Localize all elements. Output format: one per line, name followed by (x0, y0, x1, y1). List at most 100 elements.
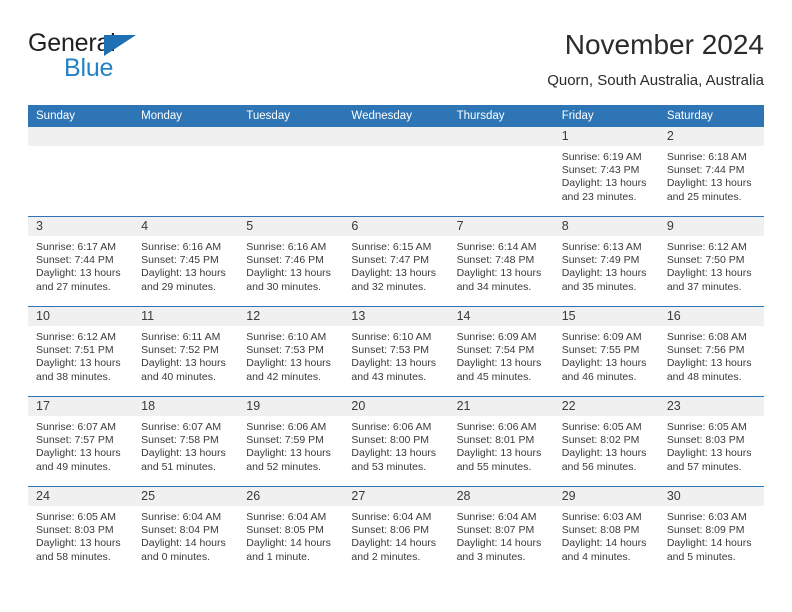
calendar-day-cell-empty (238, 127, 344, 217)
calendar-day-cell[interactable]: 26 Sunrise: 6:04 AM Sunset: 8:05 PM Dayligh… (238, 486, 344, 576)
day-details: Sunrise: 6:05 AM Sunset: 8:03 PM Daylight:… (659, 416, 764, 474)
day-number (28, 127, 134, 146)
calendar-day-cell[interactable]: 16 Sunrise: 6:08 AM Sunset: 7:56 PM Dayligh… (658, 306, 764, 397)
day-sunrise-text: Sunrise: 6:06 AM (246, 421, 327, 433)
day-number: 20 (343, 397, 449, 416)
day-sunrise-text: Sunrise: 6:12 AM (666, 241, 747, 253)
day-daylight1-text: Daylight: 14 hours (561, 537, 647, 550)
day-details: Sunrise: 6:10 AM Sunset: 7:53 PM Daylight:… (343, 326, 448, 384)
day-sunset-text: Sunset: 7:48 PM (456, 254, 535, 267)
day-number: 17 (28, 397, 134, 416)
day-sunset-text: Sunset: 7:44 PM (666, 164, 745, 177)
day-sunset-text: Sunset: 7:50 PM (666, 254, 745, 267)
calendar-day-cell[interactable]: 14 Sunrise: 6:09 AM Sunset: 7:54 PM Dayligh… (448, 306, 554, 397)
day-sunset-text: Sunset: 8:09 PM (666, 524, 745, 537)
triangle-icon (104, 35, 136, 56)
calendar-day-cell[interactable]: 4 Sunrise: 6:16 AM Sunset: 7:45 PM Daylight… (133, 216, 239, 307)
day-number: 16 (658, 307, 764, 326)
day-number: 18 (133, 397, 239, 416)
day-daylight2-text: and 3 minutes. (456, 550, 526, 563)
day-sunrise-text: Sunrise: 6:10 AM (246, 331, 327, 343)
calendar-day-cell[interactable]: 5 Sunrise: 6:16 AM Sunset: 7:46 PM Daylight… (238, 216, 344, 307)
calendar-day-cell[interactable]: 23 Sunrise: 6:05 AM Sunset: 8:03 PM Dayligh… (658, 396, 764, 487)
calendar-day-cell[interactable]: 13 Sunrise: 6:10 AM Sunset: 7:53 PM Dayligh… (343, 306, 449, 397)
day-number: 10 (28, 307, 134, 326)
calendar-day-cell[interactable]: 30 Sunrise: 6:03 AM Sunset: 8:09 PM Dayligh… (658, 486, 764, 576)
day-details: Sunrise: 6:19 AM Sunset: 7:43 PM Daylight:… (554, 146, 659, 204)
calendar-day-cell[interactable]: 3 Sunrise: 6:17 AM Sunset: 7:44 PM Daylight… (28, 216, 134, 307)
calendar-day-cell[interactable]: 17 Sunrise: 6:07 AM Sunset: 7:57 PM Dayligh… (28, 396, 134, 487)
day-daylight1-text: Daylight: 13 hours (36, 537, 121, 550)
day-sunrise-text: Sunrise: 6:04 AM (246, 511, 327, 523)
calendar-day-cell[interactable]: 15 Sunrise: 6:09 AM Sunset: 7:55 PM Dayligh… (553, 306, 659, 397)
day-daylight2-text: and 29 minutes. (141, 280, 216, 293)
day-daylight2-text: and 32 minutes. (351, 280, 427, 293)
calendar-day-cell[interactable]: 12 Sunrise: 6:10 AM Sunset: 7:53 PM Dayligh… (238, 306, 344, 397)
weekday-header-friday: Friday (553, 105, 659, 127)
calendar-day-cell[interactable]: 1 Sunrise: 6:19 AM Sunset: 7:43 PM Daylight… (553, 127, 659, 217)
day-daylight2-text: and 45 minutes. (456, 370, 532, 383)
day-number: 14 (448, 307, 554, 326)
calendar-day-cell[interactable]: 19 Sunrise: 6:06 AM Sunset: 7:59 PM Dayligh… (238, 396, 344, 487)
day-sunrise-text: Sunrise: 6:14 AM (456, 241, 537, 253)
day-daylight1-text: Daylight: 14 hours (666, 537, 752, 550)
day-number: 3 (28, 217, 134, 236)
day-number: 5 (238, 217, 344, 236)
day-sunrise-text: Sunrise: 6:10 AM (351, 331, 432, 343)
day-sunset-text: Sunset: 7:52 PM (141, 344, 219, 357)
calendar-day-cell[interactable]: 22 Sunrise: 6:05 AM Sunset: 8:02 PM Dayligh… (553, 396, 659, 487)
day-daylight1-text: Daylight: 13 hours (456, 267, 542, 280)
calendar-day-cell[interactable]: 27 Sunrise: 6:04 AM Sunset: 8:06 PM Dayligh… (343, 486, 449, 576)
day-sunrise-text: Sunrise: 6:05 AM (561, 421, 642, 433)
calendar-day-cell[interactable]: 6 Sunrise: 6:15 AM Sunset: 7:47 PM Daylight… (343, 216, 449, 307)
day-details: Sunrise: 6:06 AM Sunset: 8:00 PM Daylight:… (343, 416, 448, 474)
day-sunset-text: Sunset: 7:55 PM (561, 344, 640, 357)
calendar-page: General Blue November 2024 Quorn, South … (0, 0, 792, 612)
calendar-day-cell[interactable]: 7 Sunrise: 6:14 AM Sunset: 7:48 PM Daylight… (448, 216, 554, 307)
calendar-day-cell[interactable]: 29 Sunrise: 6:03 AM Sunset: 8:08 PM Dayligh… (553, 486, 659, 576)
day-sunrise-text: Sunrise: 6:04 AM (351, 511, 432, 523)
day-daylight1-text: Daylight: 13 hours (246, 267, 331, 280)
day-details: Sunrise: 6:04 AM Sunset: 8:05 PM Daylight:… (238, 506, 343, 564)
day-details: Sunrise: 6:05 AM Sunset: 8:02 PM Daylight:… (554, 416, 659, 474)
day-sunrise-text: Sunrise: 6:05 AM (666, 421, 747, 433)
day-number: 23 (658, 397, 764, 416)
general-blue-logo[interactable]: General Blue (28, 30, 228, 90)
day-daylight1-text: Daylight: 13 hours (36, 357, 121, 370)
calendar-day-cell[interactable]: 9 Sunrise: 6:12 AM Sunset: 7:50 PM Daylight… (658, 216, 764, 307)
calendar-day-cell[interactable]: 11 Sunrise: 6:11 AM Sunset: 7:52 PM Dayligh… (133, 306, 239, 397)
day-number: 1 (553, 127, 659, 146)
day-daylight1-text: Daylight: 13 hours (351, 447, 437, 460)
calendar-body: 1 Sunrise: 6:19 AM Sunset: 7:43 PM Daylight… (28, 127, 764, 576)
calendar-day-cell[interactable]: 18 Sunrise: 6:07 AM Sunset: 7:58 PM Dayligh… (133, 396, 239, 487)
day-daylight1-text: Daylight: 14 hours (456, 537, 542, 550)
day-details (449, 146, 554, 151)
day-details: Sunrise: 6:05 AM Sunset: 8:03 PM Daylight:… (28, 506, 133, 564)
day-daylight2-text: and 35 minutes. (561, 280, 637, 293)
day-number: 9 (658, 217, 764, 236)
day-daylight1-text: Daylight: 13 hours (141, 357, 226, 370)
day-sunrise-text: Sunrise: 6:19 AM (561, 151, 642, 163)
calendar-day-cell[interactable]: 2 Sunrise: 6:18 AM Sunset: 7:44 PM Daylight… (658, 127, 764, 217)
page-title: November 2024 (564, 29, 764, 60)
calendar-day-cell[interactable]: 25 Sunrise: 6:04 AM Sunset: 8:04 PM Dayligh… (133, 486, 239, 576)
day-details: Sunrise: 6:09 AM Sunset: 7:55 PM Daylight:… (554, 326, 659, 384)
day-details: Sunrise: 6:09 AM Sunset: 7:54 PM Daylight:… (449, 326, 554, 384)
day-daylight1-text: Daylight: 13 hours (666, 267, 752, 280)
day-details: Sunrise: 6:11 AM Sunset: 7:52 PM Daylight:… (133, 326, 238, 384)
day-sunset-text: Sunset: 7:51 PM (36, 344, 114, 357)
calendar-day-cell[interactable]: 21 Sunrise: 6:06 AM Sunset: 8:01 PM Dayligh… (448, 396, 554, 487)
calendar-day-cell[interactable]: 24 Sunrise: 6:05 AM Sunset: 8:03 PM Dayligh… (28, 486, 134, 576)
day-daylight2-text: and 38 minutes. (36, 370, 111, 383)
day-daylight2-text: and 51 minutes. (141, 460, 216, 473)
day-number: 26 (238, 487, 344, 506)
day-number (448, 127, 554, 146)
calendar-day-cell[interactable]: 8 Sunrise: 6:13 AM Sunset: 7:49 PM Daylight… (553, 216, 659, 307)
calendar-week-row: 24 Sunrise: 6:05 AM Sunset: 8:03 PM Dayligh… (28, 486, 764, 576)
calendar-day-cell[interactable]: 28 Sunrise: 6:04 AM Sunset: 8:07 PM Dayligh… (448, 486, 554, 576)
calendar-day-cell[interactable]: 10 Sunrise: 6:12 AM Sunset: 7:51 PM Dayligh… (28, 306, 134, 397)
day-sunrise-text: Sunrise: 6:18 AM (666, 151, 747, 163)
day-sunset-text: Sunset: 8:08 PM (561, 524, 640, 537)
calendar-day-cell[interactable]: 20 Sunrise: 6:06 AM Sunset: 8:00 PM Dayligh… (343, 396, 449, 487)
day-number (133, 127, 239, 146)
